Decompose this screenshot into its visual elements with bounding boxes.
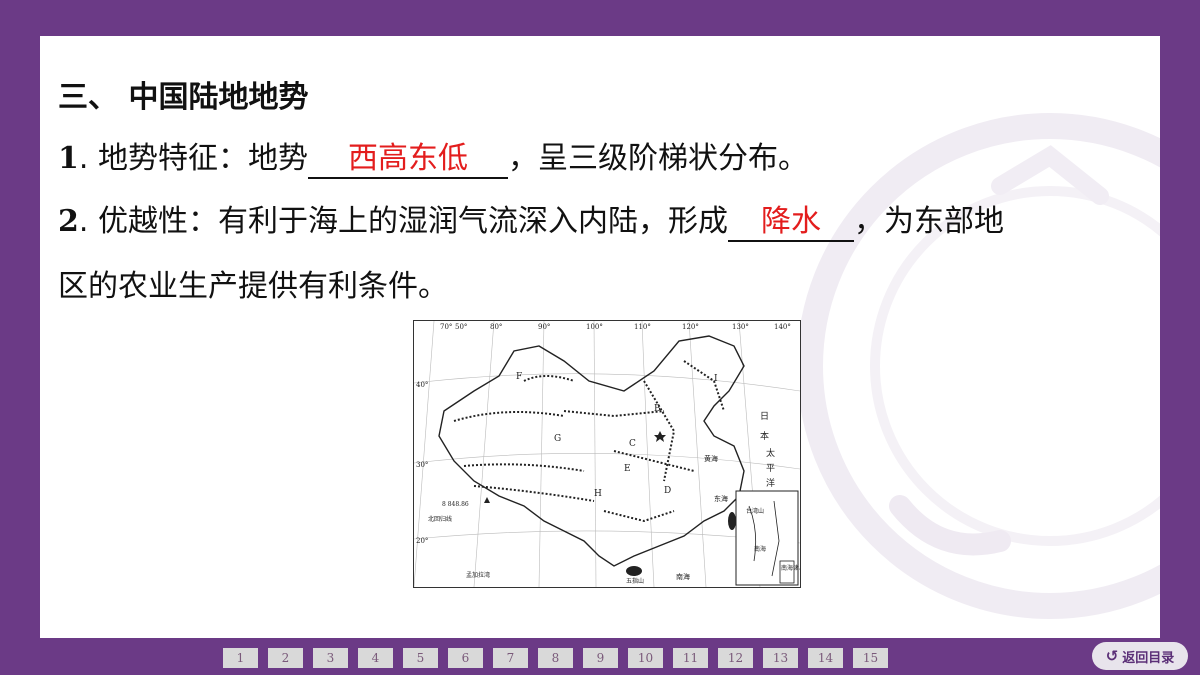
item-2-continuation: 区的农业生产提供有利条件。 xyxy=(58,269,448,304)
item-1-number: 1 xyxy=(58,141,79,176)
page-button-8[interactable]: 8 xyxy=(538,648,573,668)
china-terrain-map: 70° 50° 80° 90° 100° 110° 120° 130° 140°… xyxy=(413,320,805,588)
map-label: 太 xyxy=(766,447,775,459)
map-label: E xyxy=(624,464,631,474)
map-label: 五指山 xyxy=(626,577,644,585)
item-2-suffix: ，为东部地 xyxy=(853,204,1004,239)
peak-icon xyxy=(484,497,490,503)
page-button-14[interactable]: 14 xyxy=(808,648,843,668)
page-button-1[interactable]: 1 xyxy=(223,648,258,668)
item-2-answer-blank: 降水 xyxy=(727,204,854,242)
page-button-7[interactable]: 7 xyxy=(493,648,528,668)
map-label: B xyxy=(654,404,661,414)
page-button-15[interactable]: 15 xyxy=(853,648,888,668)
map-inset-label: 南海诸岛 xyxy=(781,564,800,572)
map-lon-label: 100° xyxy=(586,323,603,331)
page-button-12[interactable]: 12 xyxy=(718,648,753,668)
map-lon-label: 90° xyxy=(538,323,550,331)
map-labels: F B G E H D C I 日 本 太 平 洋 黄海 东海 南海 8 848… xyxy=(428,372,775,585)
page-navigator: 1 2 3 4 5 6 7 8 9 10 11 12 13 14 15 xyxy=(223,648,888,668)
item-1: 1. 地势特征：地势 西高东低 ，呈三级阶梯状分布。 xyxy=(58,139,808,179)
page-button-11[interactable]: 11 xyxy=(673,648,708,668)
item-1-answer-blank: 西高东低 xyxy=(307,141,508,179)
map-lat-label: 30° xyxy=(416,461,428,469)
item-2: 2. 优越性：有利于海上的湿润气流深入内陆，形成 降水 ，为东部地 xyxy=(58,202,1004,242)
return-arrow-icon: ↺ xyxy=(1105,647,1119,665)
page-button-10[interactable]: 10 xyxy=(628,648,663,668)
map-lon-label: 70° xyxy=(440,323,452,331)
map-label: H xyxy=(594,489,602,499)
item-2-answer: 降水 xyxy=(760,204,821,239)
map-lat-label: 40° xyxy=(416,381,428,389)
map-longitude-labels: 70° 50° 80° 90° 100° 110° 120° 130° 140° xyxy=(440,323,791,331)
map-label: 孟加拉湾 xyxy=(466,571,490,579)
item-1-prefix: . 地势特征：地势 xyxy=(78,141,308,176)
map-label: F xyxy=(516,372,522,382)
map-lon-label: 50° xyxy=(455,323,467,331)
map-label: 日 xyxy=(760,411,769,422)
capital-star-icon xyxy=(654,431,666,442)
map-lon-label: 120° xyxy=(682,323,699,331)
map-label: 南海 xyxy=(754,545,766,553)
map-label: 本 xyxy=(760,430,769,442)
map-label: I xyxy=(714,374,718,384)
map-label: 平 xyxy=(766,463,775,474)
back-to-contents-button[interactable]: ↺ 返回目录 xyxy=(1092,642,1188,670)
map-label: C xyxy=(629,439,636,449)
page-button-3[interactable]: 3 xyxy=(313,648,348,668)
map-lon-label: 80° xyxy=(490,323,502,331)
page-button-5[interactable]: 5 xyxy=(403,648,438,668)
page-button-4[interactable]: 4 xyxy=(358,648,393,668)
page-button-9[interactable]: 9 xyxy=(583,648,618,668)
back-button-label: 返回目录 xyxy=(1122,650,1175,666)
map-latitude-labels: 40° 30° 20° xyxy=(416,381,428,545)
map-lon-label: 140° xyxy=(774,323,791,331)
map-lon-label: 110° xyxy=(634,323,651,331)
page-button-6[interactable]: 6 xyxy=(448,648,483,668)
map-label: D xyxy=(664,486,671,496)
item-1-suffix: ，呈三级阶梯状分布。 xyxy=(507,141,808,176)
map-label: 东海 xyxy=(714,494,728,503)
item-2-number: 2 xyxy=(58,204,79,239)
slide-content: 三、 中国陆地地势 1. 地势特征：地势 西高东低 ，呈三级阶梯状分布。 2. 优越… xyxy=(40,36,1160,638)
item-2-prefix: . 优越性：有利于海上的湿润气流深入内陆，形成 xyxy=(78,204,728,239)
page-button-2[interactable]: 2 xyxy=(268,648,303,668)
item-1-answer: 西高东低 xyxy=(347,141,468,176)
page-button-13[interactable]: 13 xyxy=(763,648,798,668)
map-drawing: 70° 50° 80° 90° 100° 110° 120° 130° 140°… xyxy=(413,320,805,588)
map-label: 北回归线 xyxy=(428,515,452,523)
map-label: 洋 xyxy=(766,477,775,489)
map-label: G xyxy=(554,434,561,444)
map-label: 台湾山 xyxy=(746,507,764,515)
section-title: 三、 中国陆地地势 xyxy=(58,80,309,115)
map-lat-label: 20° xyxy=(416,537,428,545)
map-label: 黄海 xyxy=(704,454,718,463)
map-label: 南海 xyxy=(676,572,690,581)
map-lon-label: 130° xyxy=(732,323,749,331)
map-label: 8 848.86 xyxy=(442,501,469,508)
